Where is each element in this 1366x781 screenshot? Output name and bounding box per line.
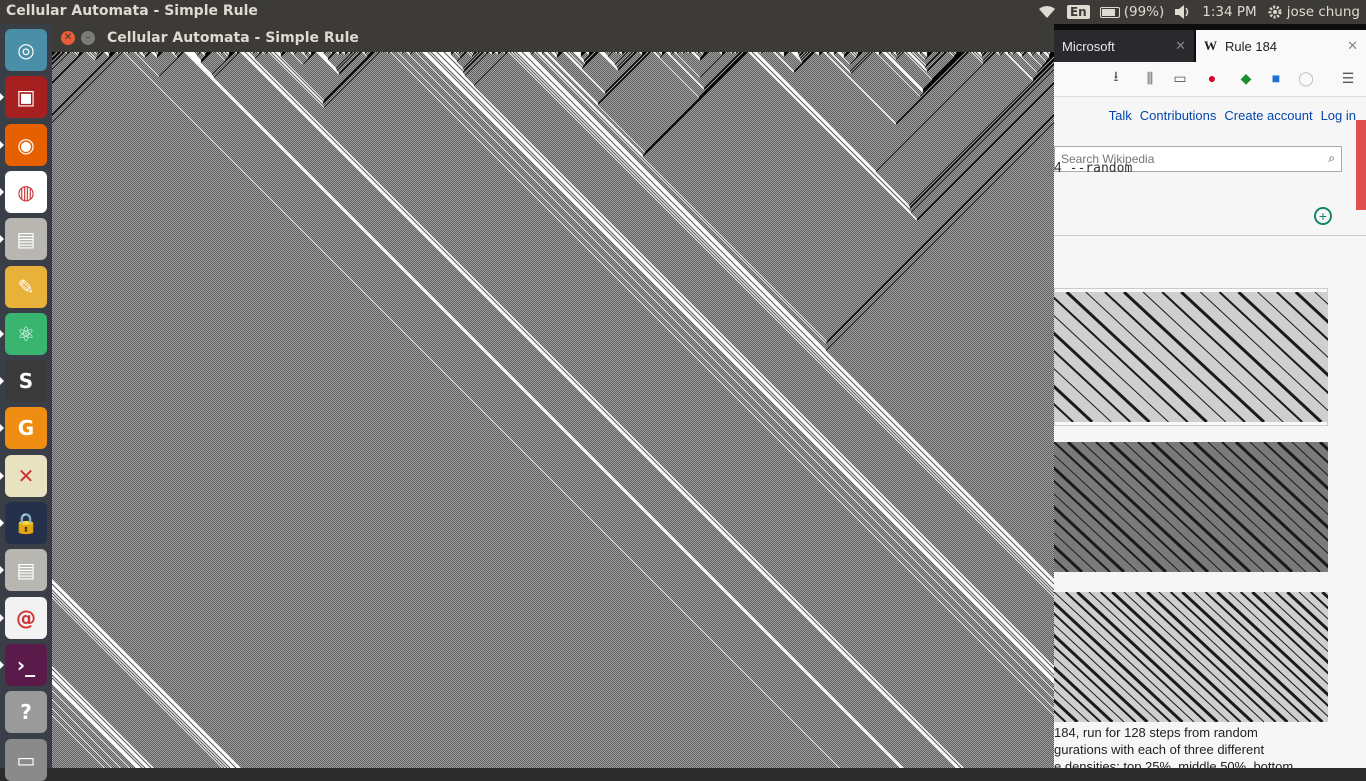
cellular-automata-window[interactable]: ✕ – Cellular Automata - Simple Rule: [52, 24, 1054, 768]
automaton-canvas[interactable]: [52, 52, 1054, 768]
background-browser-window[interactable]: Microsoft ✕ W Rule 184 ✕ ⭳ ⫼ ▭ ● ◆ ■ ◯ ☰…: [1054, 24, 1366, 768]
adblock-icon[interactable]: ●: [1204, 70, 1220, 86]
browser-tab-rule-184[interactable]: W Rule 184 ✕: [1196, 30, 1366, 62]
sidebar-icon[interactable]: ▭: [1172, 70, 1188, 86]
scroll-indicator: [1356, 120, 1366, 210]
link-talk[interactable]: Talk: [1109, 108, 1132, 123]
close-icon[interactable]: ✕: [1347, 38, 1358, 54]
lock-icon: 🔒: [13, 511, 39, 535]
running-indicator: [0, 471, 4, 480]
running-indicator: [0, 377, 4, 386]
ubuntu-logo-icon: ◎: [17, 38, 35, 62]
launcher-system-monitor[interactable]: ▣: [5, 76, 47, 119]
minimize-button[interactable]: –: [81, 31, 95, 45]
x-logo-icon: ✕: [17, 463, 35, 488]
file-cabinet-icon: ▤: [16, 558, 36, 583]
figure-thumbnail-top[interactable]: [1054, 292, 1328, 422]
caption-line: e densities: top 25%, middle 50%, bottom: [1054, 759, 1294, 768]
terminal-overlay-text: 4 --random: [1054, 161, 1133, 176]
running-indicator: [0, 235, 4, 244]
search-icon[interactable]: ⌕: [1328, 151, 1335, 166]
launcher-xampp[interactable]: ✕: [5, 454, 47, 497]
close-icon[interactable]: ✕: [1175, 38, 1186, 54]
launcher-files[interactable]: ▤: [5, 218, 47, 261]
figure-thumbnail-middle[interactable]: [1054, 442, 1328, 572]
system-tray: En (99%) 1:34 PM jose chung: [1037, 0, 1360, 24]
volume-icon[interactable]: [1174, 4, 1192, 20]
firefox-icon: ◉: [17, 132, 35, 157]
link-log-in[interactable]: Log in: [1321, 108, 1356, 123]
link-contributions[interactable]: Contributions: [1140, 108, 1217, 123]
running-indicator: [0, 93, 4, 102]
swirl-icon: @: [16, 605, 36, 630]
launcher-firefox[interactable]: ◉: [5, 123, 47, 166]
browser-toolbar: ⭳ ⫼ ▭ ● ◆ ■ ◯ ☰: [1054, 62, 1366, 97]
extension-icon-2[interactable]: ■: [1268, 70, 1284, 86]
tools-icon: ✎: [17, 274, 35, 299]
running-indicator: [0, 519, 4, 527]
question-icon: ?: [20, 700, 32, 725]
launcher-help[interactable]: ?: [5, 691, 47, 734]
file-cabinet-icon: ▤: [16, 227, 36, 252]
running-indicator: [0, 613, 4, 622]
browser-tab-microsoft[interactable]: Microsoft ✕: [1054, 30, 1194, 62]
divider: [1054, 235, 1366, 236]
wikipedia-personal-links: Talk Contributions Create account Log in: [1109, 108, 1356, 123]
running-indicator: [0, 660, 4, 669]
battery-icon: [1099, 6, 1120, 18]
user-name: jose chung: [1286, 4, 1360, 20]
pdf-icon: G: [17, 416, 35, 441]
launcher-trash[interactable]: ▭: [5, 738, 47, 781]
tab-label: Microsoft: [1062, 38, 1115, 54]
window-titlebar[interactable]: ✕ – Cellular Automata - Simple Rule: [52, 24, 1054, 52]
tab-label: Rule 184: [1225, 38, 1278, 54]
link-create-account[interactable]: Create account: [1224, 108, 1312, 123]
battery-indicator[interactable]: (99%): [1099, 4, 1165, 20]
monitor-icon: ▣: [16, 85, 36, 110]
extension-icon-3[interactable]: ◯: [1298, 70, 1314, 86]
library-icon[interactable]: ⫼: [1142, 70, 1158, 86]
wifi-icon[interactable]: [1037, 4, 1057, 20]
launcher: ◎ ▣ ◉ ◍ ▤ ✎ ⚛ S G ✕ 🔒 ▤ @ ›_? ▭: [0, 24, 52, 781]
launcher-pdf-tool[interactable]: G: [5, 407, 47, 450]
user-menu[interactable]: jose chung: [1267, 4, 1360, 20]
terminal-icon: ›_: [16, 652, 36, 677]
chrome-icon: ◍: [17, 179, 35, 204]
figure-thumbnail-bottom[interactable]: [1054, 592, 1328, 722]
running-indicator: [0, 140, 4, 149]
launcher-sublime-text[interactable]: S: [5, 360, 47, 403]
browser-tab-bar: Microsoft ✕ W Rule 184 ✕: [1054, 24, 1366, 62]
gear-icon: [1267, 4, 1283, 20]
launcher-atom[interactable]: ⚛: [5, 312, 47, 355]
sublime-icon: S: [18, 369, 34, 394]
caption-line: 184, run for 128 steps from random: [1054, 725, 1258, 740]
launcher-terminal[interactable]: ›_: [5, 643, 47, 686]
battery-percentage: (99%): [1123, 4, 1165, 20]
download-icon[interactable]: ⭳: [1108, 68, 1124, 86]
active-app-title: Cellular Automata - Simple Rule: [6, 3, 258, 19]
running-indicator: [0, 566, 4, 575]
extension-icon[interactable]: ◆: [1238, 70, 1254, 86]
running-indicator: [0, 187, 4, 196]
launcher-ubuntu-dash[interactable]: ◎: [5, 29, 47, 71]
running-indicator: [0, 329, 4, 338]
figure-caption: 184, run for 128 steps from random gurat…: [1054, 724, 1324, 768]
top-panel: Cellular Automata - Simple Rule En (99%)…: [0, 0, 1366, 24]
wikipedia-w-icon: W: [1204, 38, 1217, 53]
menu-icon[interactable]: ☰: [1340, 70, 1356, 86]
keyboard-layout-indicator[interactable]: En: [1066, 5, 1090, 19]
window-title: Cellular Automata - Simple Rule: [107, 30, 359, 46]
clock[interactable]: 1:34 PM: [1202, 4, 1256, 20]
running-indicator: [0, 424, 4, 433]
launcher-files-2[interactable]: ▤: [5, 549, 47, 592]
caption-line: gurations with each of three different: [1054, 742, 1265, 757]
launcher-debian-tool[interactable]: @: [5, 596, 47, 639]
atom-icon: ⚛: [17, 321, 35, 346]
launcher-lock[interactable]: 🔒: [5, 502, 47, 544]
launcher-chrome[interactable]: ◍: [5, 170, 47, 213]
launcher-settings-tools[interactable]: ✎: [5, 265, 47, 308]
add-circle-icon[interactable]: +: [1314, 207, 1332, 225]
close-button[interactable]: ✕: [61, 31, 75, 45]
